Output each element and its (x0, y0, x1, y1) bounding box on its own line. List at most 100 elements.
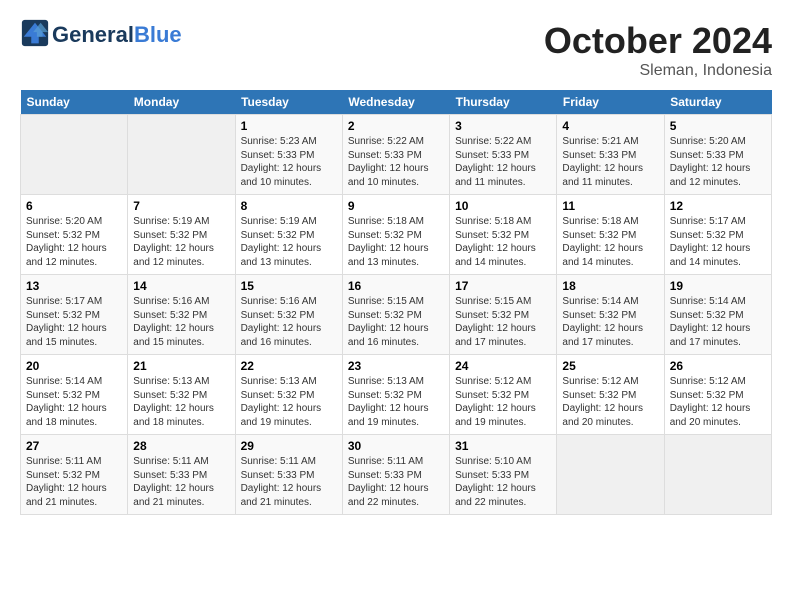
day-number: 29 (241, 439, 337, 453)
day-number: 1 (241, 119, 337, 133)
day-number: 13 (26, 279, 122, 293)
day-number: 21 (133, 359, 229, 373)
day-cell: 18 Sunrise: 5:14 AMSunset: 5:32 PMDayligh… (557, 275, 664, 355)
day-number: 2 (348, 119, 444, 133)
day-cell: 10 Sunrise: 5:18 AMSunset: 5:32 PMDayligh… (450, 195, 557, 275)
day-cell: 11Sunrise: 5:18 AMSunset: 5:32 PMDayligh… (557, 195, 664, 275)
day-cell: 28 Sunrise: 5:11 AMSunset: 5:33 PMDayligh… (128, 435, 235, 515)
logo-general: General (52, 22, 134, 48)
day-cell: 15Sunrise: 5:16 AMSunset: 5:32 PMDayligh… (235, 275, 342, 355)
day-number: 18 (562, 279, 658, 293)
calendar-header: SundayMondayTuesdayWednesdayThursdayFrid… (21, 90, 772, 115)
day-info: Sunrise: 5:13 AMSunset: 5:32 PMDaylight:… (348, 375, 444, 429)
location-subtitle: Sleman, Indonesia (544, 62, 772, 80)
day-cell (21, 115, 128, 195)
day-info: Sunrise: 5:15 AMSunset: 5:32 PMDaylight:… (455, 295, 551, 349)
day-info: Sunrise: 5:16 AMSunset: 5:32 PMDaylight:… (133, 295, 229, 349)
day-number: 20 (26, 359, 122, 373)
calendar-table: SundayMondayTuesdayWednesdayThursdayFrid… (20, 90, 772, 515)
day-info: Sunrise: 5:23 AMSunset: 5:33 PMDaylight:… (241, 135, 337, 189)
day-cell: 5Sunrise: 5:20 AMSunset: 5:33 PMDaylight… (664, 115, 771, 195)
day-number: 8 (241, 199, 337, 213)
day-cell: 16Sunrise: 5:15 AMSunset: 5:32 PMDayligh… (342, 275, 449, 355)
day-info: Sunrise: 5:11 AMSunset: 5:33 PMDaylight:… (241, 455, 337, 509)
day-cell: 24Sunrise: 5:12 AMSunset: 5:32 PMDayligh… (450, 355, 557, 435)
week-row-2: 6 Sunrise: 5:20 AMSunset: 5:32 PMDaylight… (21, 195, 772, 275)
day-info: Sunrise: 5:11 AMSunset: 5:33 PMDaylight:… (348, 455, 444, 509)
day-cell: 3 Sunrise: 5:22 AMSunset: 5:33 PMDaylight… (450, 115, 557, 195)
day-info: Sunrise: 5:14 AMSunset: 5:32 PMDaylight:… (670, 295, 766, 349)
day-cell: 14 Sunrise: 5:16 AMSunset: 5:32 PMDayligh… (128, 275, 235, 355)
week-row-1: 1 Sunrise: 5:23 AMSunset: 5:33 PMDaylight… (21, 115, 772, 195)
day-info: Sunrise: 5:18 AMSunset: 5:32 PMDaylight:… (455, 215, 551, 269)
day-number: 7 (133, 199, 229, 213)
day-info: Sunrise: 5:17 AMSunset: 5:32 PMDaylight:… (26, 295, 122, 349)
day-number: 28 (133, 439, 229, 453)
weekday-wednesday: Wednesday (342, 90, 449, 115)
day-cell (557, 435, 664, 515)
day-cell: 8 Sunrise: 5:19 AMSunset: 5:32 PMDaylight… (235, 195, 342, 275)
day-number: 25 (562, 359, 658, 373)
day-info: Sunrise: 5:20 AMSunset: 5:32 PMDaylight:… (26, 215, 122, 269)
day-info: Sunrise: 5:18 AMSunset: 5:32 PMDaylight:… (348, 215, 444, 269)
day-info: Sunrise: 5:19 AMSunset: 5:32 PMDaylight:… (241, 215, 337, 269)
day-info: Sunrise: 5:13 AMSunset: 5:32 PMDaylight:… (133, 375, 229, 429)
day-info: Sunrise: 5:11 AMSunset: 5:33 PMDaylight:… (133, 455, 229, 509)
day-cell: 23 Sunrise: 5:13 AMSunset: 5:32 PMDayligh… (342, 355, 449, 435)
day-number: 23 (348, 359, 444, 373)
day-info: Sunrise: 5:22 AMSunset: 5:33 PMDaylight:… (348, 135, 444, 189)
day-cell: 19 Sunrise: 5:14 AMSunset: 5:32 PMDayligh… (664, 275, 771, 355)
weekday-sunday: Sunday (21, 90, 128, 115)
day-info: Sunrise: 5:12 AMSunset: 5:32 PMDaylight:… (455, 375, 551, 429)
day-cell: 1 Sunrise: 5:23 AMSunset: 5:33 PMDaylight… (235, 115, 342, 195)
day-info: Sunrise: 5:14 AMSunset: 5:32 PMDaylight:… (26, 375, 122, 429)
day-info: Sunrise: 5:22 AMSunset: 5:33 PMDaylight:… (455, 135, 551, 189)
day-number: 31 (455, 439, 551, 453)
day-cell: 4Sunrise: 5:21 AMSunset: 5:33 PMDaylight… (557, 115, 664, 195)
day-info: Sunrise: 5:19 AMSunset: 5:32 PMDaylight:… (133, 215, 229, 269)
day-info: Sunrise: 5:17 AMSunset: 5:32 PMDaylight:… (670, 215, 766, 269)
day-number: 26 (670, 359, 766, 373)
day-number: 6 (26, 199, 122, 213)
day-info: Sunrise: 5:12 AMSunset: 5:32 PMDaylight:… (670, 375, 766, 429)
weekday-thursday: Thursday (450, 90, 557, 115)
day-info: Sunrise: 5:14 AMSunset: 5:32 PMDaylight:… (562, 295, 658, 349)
day-cell: 13 Sunrise: 5:17 AMSunset: 5:32 PMDayligh… (21, 275, 128, 355)
calendar-body: 1 Sunrise: 5:23 AMSunset: 5:33 PMDaylight… (21, 115, 772, 515)
day-cell: 6 Sunrise: 5:20 AMSunset: 5:32 PMDaylight… (21, 195, 128, 275)
day-number: 17 (455, 279, 551, 293)
day-cell: 30Sunrise: 5:11 AMSunset: 5:33 PMDayligh… (342, 435, 449, 515)
day-cell: 26 Sunrise: 5:12 AMSunset: 5:32 PMDayligh… (664, 355, 771, 435)
day-cell: 31 Sunrise: 5:10 AMSunset: 5:33 PMDayligh… (450, 435, 557, 515)
title-block: October 2024 Sleman, Indonesia (544, 20, 772, 80)
day-number: 19 (670, 279, 766, 293)
logo-blue: Blue (134, 22, 182, 48)
day-number: 11 (562, 199, 658, 213)
day-info: Sunrise: 5:20 AMSunset: 5:33 PMDaylight:… (670, 135, 766, 189)
day-cell: 2 Sunrise: 5:22 AMSunset: 5:33 PMDaylight… (342, 115, 449, 195)
day-cell: 22Sunrise: 5:13 AMSunset: 5:32 PMDayligh… (235, 355, 342, 435)
day-number: 10 (455, 199, 551, 213)
day-number: 16 (348, 279, 444, 293)
month-title: October 2024 (544, 20, 772, 62)
day-info: Sunrise: 5:13 AMSunset: 5:32 PMDaylight:… (241, 375, 337, 429)
day-number: 14 (133, 279, 229, 293)
day-info: Sunrise: 5:10 AMSunset: 5:33 PMDaylight:… (455, 455, 551, 509)
day-info: Sunrise: 5:11 AMSunset: 5:32 PMDaylight:… (26, 455, 122, 509)
day-cell: 12Sunrise: 5:17 AMSunset: 5:32 PMDayligh… (664, 195, 771, 275)
page-header: GeneralBlue October 2024 Sleman, Indones… (20, 20, 772, 80)
weekday-monday: Monday (128, 90, 235, 115)
day-info: Sunrise: 5:21 AMSunset: 5:33 PMDaylight:… (562, 135, 658, 189)
day-number: 27 (26, 439, 122, 453)
week-row-4: 20 Sunrise: 5:14 AMSunset: 5:32 PMDayligh… (21, 355, 772, 435)
day-cell: 20 Sunrise: 5:14 AMSunset: 5:32 PMDayligh… (21, 355, 128, 435)
day-cell: 9Sunrise: 5:18 AMSunset: 5:32 PMDaylight… (342, 195, 449, 275)
day-number: 3 (455, 119, 551, 133)
day-cell: 7 Sunrise: 5:19 AMSunset: 5:32 PMDaylight… (128, 195, 235, 275)
day-cell: 25 Sunrise: 5:12 AMSunset: 5:32 PMDayligh… (557, 355, 664, 435)
weekday-header-row: SundayMondayTuesdayWednesdayThursdayFrid… (21, 90, 772, 115)
weekday-saturday: Saturday (664, 90, 771, 115)
week-row-3: 13 Sunrise: 5:17 AMSunset: 5:32 PMDayligh… (21, 275, 772, 355)
day-info: Sunrise: 5:12 AMSunset: 5:32 PMDaylight:… (562, 375, 658, 429)
day-cell: 21 Sunrise: 5:13 AMSunset: 5:32 PMDayligh… (128, 355, 235, 435)
